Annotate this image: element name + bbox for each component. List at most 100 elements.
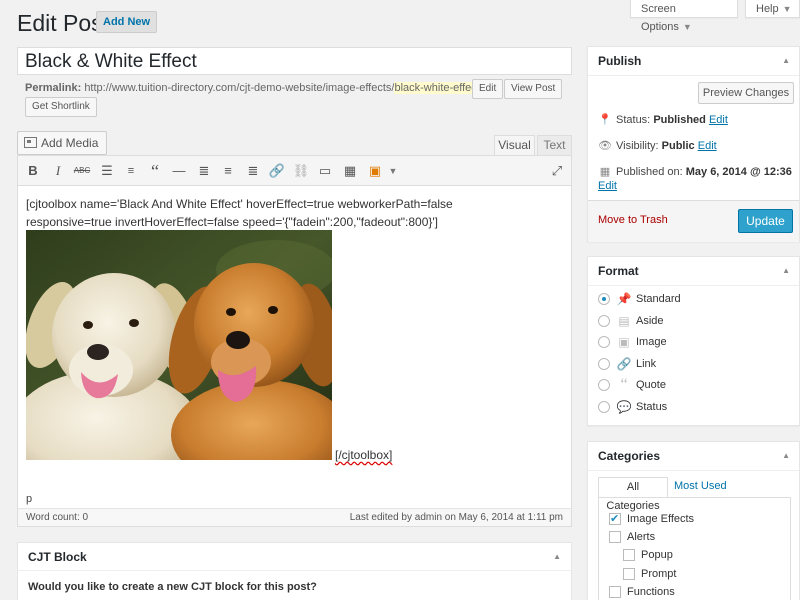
preview-changes-button[interactable]: Preview Changes	[698, 82, 794, 104]
italic-icon[interactable]: I	[49, 163, 67, 179]
post-editor: B I ABC ☰ ≡ “ — ≣ ≡ ≣ 🔗 ⛓ ▭ ▦ ▣ ▼ ⤢ [cjt…	[17, 155, 572, 527]
add-new-button[interactable]: Add New	[96, 11, 158, 33]
screen-options-tab[interactable]: Screen Options ▼	[630, 0, 738, 33]
shortcode-line: [cjtoolbox name='Black And White Effect'…	[26, 197, 453, 211]
dogs-image[interactable]	[26, 230, 332, 460]
editor-toolbar: B I ABC ☰ ≡ “ — ≣ ≡ ≣ 🔗 ⛓ ▭ ▦ ▣ ▼ ⤢	[18, 156, 571, 186]
radio-button[interactable]	[598, 379, 610, 391]
bold-icon[interactable]: B	[24, 163, 42, 179]
editor-content[interactable]: [cjtoolbox name='Black And White Effect'…	[18, 186, 571, 491]
category-label: Functions	[627, 586, 675, 598]
image-icon: ▣	[618, 335, 630, 349]
last-edited: Last edited by admin on May 6, 2014 at 1…	[349, 512, 563, 523]
media-icon	[24, 137, 37, 148]
radio-button[interactable]	[598, 315, 610, 327]
visibility-row: 👁 Visibility: Public Edit	[598, 139, 717, 153]
cjt-icon[interactable]: ▣	[366, 163, 384, 179]
publish-title[interactable]: Publish	[598, 54, 641, 68]
closing-shortcode: [/cjtoolbox]	[335, 448, 392, 462]
edit-date-link[interactable]: Edit	[598, 180, 617, 192]
read-more-icon[interactable]: ▭	[316, 163, 334, 179]
tab-visual[interactable]: Visual	[494, 135, 535, 155]
horizontal-rule-icon[interactable]: —	[170, 163, 188, 179]
blockquote-icon[interactable]: “	[146, 162, 164, 180]
collapse-caret-icon[interactable]: ▲	[782, 266, 790, 275]
permalink-base[interactable]: http://www.tuition-directory.com/cjt-dem…	[84, 82, 394, 94]
checkbox[interactable]	[623, 549, 635, 561]
calendar-icon: ▦	[599, 166, 611, 178]
radio-button[interactable]	[598, 293, 610, 305]
tab-text[interactable]: Text	[537, 135, 572, 155]
divider	[588, 75, 799, 76]
tab-all-categories[interactable]: All Categories	[598, 477, 668, 512]
dogs-image-graphic	[26, 230, 332, 460]
cjt-block-box: CJT Block ▲ Would you like to create a n…	[17, 542, 572, 600]
published-row: ▦ Published on: May 6, 2014 @ 12:36 Edit	[598, 165, 798, 193]
tab-most-used[interactable]: Most Used	[674, 477, 727, 496]
format-label: Aside	[636, 315, 664, 327]
categories-title[interactable]: Categories	[598, 449, 660, 463]
move-to-trash-link[interactable]: Move to Trash	[598, 214, 668, 226]
post-title-input[interactable]: Black & White Effect	[17, 47, 572, 75]
category-list: Image Effects Alerts Popup Prompt Functi…	[598, 497, 791, 600]
format-label: Image	[636, 336, 667, 348]
checkbox[interactable]	[609, 586, 621, 598]
strikethrough-icon[interactable]: ABC	[73, 163, 91, 179]
add-media-button[interactable]: Add Media	[17, 131, 108, 155]
aside-icon: ▤	[618, 314, 630, 328]
category-label: Alerts	[627, 531, 656, 543]
permalink-slug[interactable]: black-white-effect	[394, 82, 480, 94]
unlink-icon[interactable]: ⛓	[292, 163, 310, 179]
help-tab[interactable]: Help ▼	[745, 0, 800, 18]
caret-down-icon[interactable]: ▼	[384, 163, 402, 179]
editor-status-bar: Word count: 0 Last edited by admin on Ma…	[18, 508, 571, 526]
link-icon[interactable]: 🔗	[268, 163, 286, 179]
get-shortlink-button[interactable]: Get Shortlink	[25, 97, 97, 117]
checkbox[interactable]	[609, 512, 621, 526]
collapse-caret-icon[interactable]: ▲	[553, 552, 561, 561]
align-right-icon[interactable]: ≣	[244, 163, 262, 179]
divider	[588, 470, 799, 471]
update-button[interactable]: Update	[738, 209, 793, 233]
permalink-label: Permalink:	[25, 82, 82, 94]
pin-icon: 📌	[616, 292, 632, 306]
edit-slug-button[interactable]: Edit	[472, 79, 504, 99]
align-center-icon[interactable]: ≡	[219, 163, 237, 179]
radio-button[interactable]	[598, 336, 610, 348]
cjt-block-question: Would you like to create a new CJT block…	[28, 581, 317, 593]
published-value: May 6, 2014 @ 12:36	[685, 166, 792, 178]
format-title[interactable]: Format	[598, 264, 639, 278]
radio-button[interactable]	[598, 401, 610, 413]
divider	[18, 570, 571, 571]
fullscreen-icon[interactable]: ⤢	[548, 163, 566, 179]
format-label: Status	[636, 401, 668, 413]
eye-icon: 👁	[598, 140, 612, 152]
bullet-list-icon[interactable]: ☰	[98, 163, 116, 179]
radio-button[interactable]	[598, 358, 610, 370]
caret-down-icon: ▼	[682, 22, 692, 32]
format-box: Format ▲ 📌 Standard ▤ Aside ▣ Image 🔗 Li…	[587, 256, 800, 426]
collapse-caret-icon[interactable]: ▲	[782, 56, 790, 65]
toolbar-toggle-icon[interactable]: ▦	[341, 163, 359, 179]
publish-box: Publish ▲ Preview Changes 📍 Status: Publi…	[587, 46, 800, 242]
collapse-caret-icon[interactable]: ▲	[782, 451, 790, 460]
help-label: Help	[756, 3, 779, 15]
visibility-value: Public	[661, 140, 695, 152]
view-post-button[interactable]: View Post	[504, 79, 563, 99]
format-label: Quote	[636, 379, 666, 391]
category-label: Prompt	[641, 568, 677, 580]
align-left-icon[interactable]: ≣	[195, 163, 213, 179]
status-label: Status:	[616, 114, 651, 126]
checkbox[interactable]	[609, 531, 621, 543]
checkbox[interactable]	[623, 568, 635, 580]
edit-status-link[interactable]: Edit	[709, 114, 728, 126]
category-label: Image Effects	[627, 513, 695, 525]
edit-visibility-link[interactable]: Edit	[698, 140, 717, 152]
editor-path: p	[18, 491, 571, 508]
word-count: Word count: 0	[26, 512, 89, 523]
shortcode-text: [cjtoolbox name='Black And White Effect'…	[26, 195, 566, 231]
numbered-list-icon[interactable]: ≡	[122, 163, 140, 179]
cjt-block-title[interactable]: CJT Block	[28, 550, 87, 564]
link-icon: 🔗	[616, 357, 632, 371]
screen-options-label: Screen Options	[641, 3, 679, 33]
